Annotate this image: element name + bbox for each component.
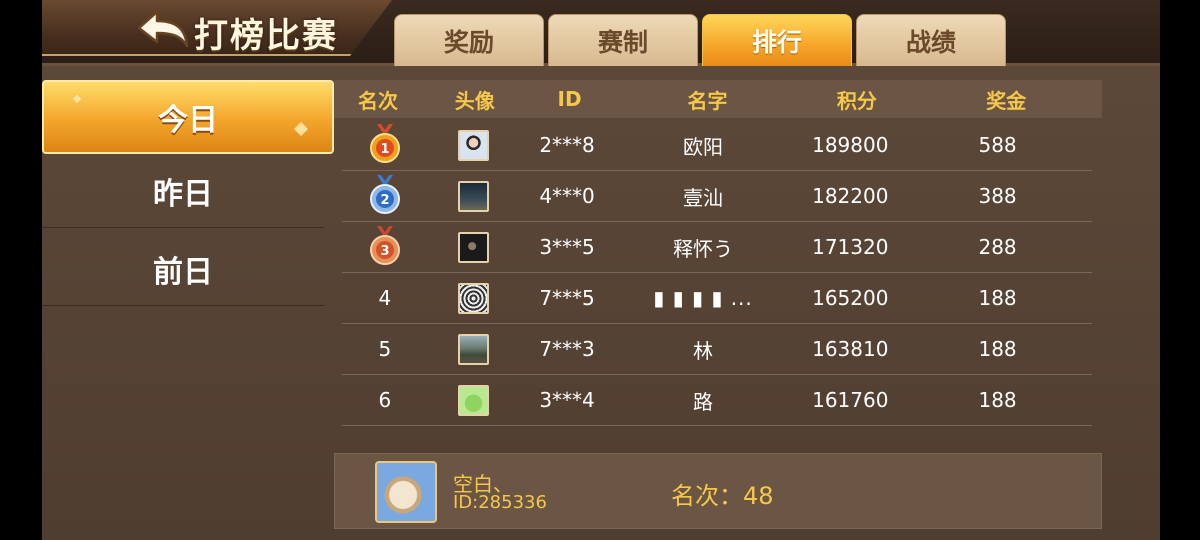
table-header: 名次 头像 ID 名字 积分 奖金 <box>334 80 1102 118</box>
rank-cell: 1 <box>348 122 422 169</box>
avatar-cell <box>422 231 526 263</box>
page-title: 打榜比赛 <box>194 16 338 56</box>
header-avatar: 头像 <box>454 88 495 113</box>
tab-ranking[interactable]: 排行 <box>702 14 852 66</box>
name-cell: 壹汕 <box>683 185 723 210</box>
rank-cell: 2 <box>348 173 422 220</box>
table-row[interactable]: 1 2***8 欧阳 189800 588 <box>342 120 1092 171</box>
prize-cell: 388 <box>978 184 1017 208</box>
my-rank-bar: 空白、 ID:285336 名次：48 <box>334 453 1102 529</box>
sidebar-item-day-before[interactable]: 前日 <box>42 232 324 306</box>
rank-cell: 3 <box>348 224 422 271</box>
screen-right-edge <box>1160 0 1200 540</box>
back-arrow-icon <box>137 10 189 48</box>
prize-cell: 588 <box>978 133 1017 157</box>
tab-records[interactable]: 战绩 <box>856 14 1006 66</box>
score-cell: 171320 <box>812 235 889 259</box>
screen-left-edge <box>0 0 42 540</box>
gold-medal-icon: 1 <box>369 123 400 163</box>
score-cell: 163810 <box>812 337 889 361</box>
avatar-cell <box>422 129 526 161</box>
prize-cell: 188 <box>978 337 1017 361</box>
id-cell: 3***4 <box>539 388 595 412</box>
id-cell: 2***8 <box>539 133 595 157</box>
avatar-cell <box>422 384 526 416</box>
avatar-night-icon[interactable] <box>458 180 490 212</box>
sidebar-item-label: 前日 <box>153 254 213 290</box>
tab-bar: 奖励 赛制 排行 战绩 <box>394 14 1006 66</box>
sidebar-item-yesterday[interactable]: 昨日 <box>42 154 324 228</box>
name-cell: 路 <box>693 389 713 414</box>
score-cell: 189800 <box>812 133 889 157</box>
avatar-person-icon[interactable] <box>458 129 490 161</box>
back-button[interactable] <box>134 6 192 52</box>
sidebar-item-label: 昨日 <box>153 176 213 212</box>
table-row[interactable]: 2 4***0 壹汕 182200 388 <box>342 171 1092 222</box>
header-id: ID <box>557 87 582 111</box>
header-name: 名字 <box>687 88 728 113</box>
my-id: ID:285336 <box>453 492 547 513</box>
ranking-table: 名次 头像 ID 名字 积分 奖金 1 2***8 欧阳 189800 588 … <box>334 80 1102 440</box>
id-cell: 3***5 <box>539 235 595 259</box>
sidebar-item-label: 今日 <box>158 103 218 138</box>
name-cell: 林 <box>693 338 713 363</box>
avatar-cell <box>422 282 526 314</box>
rank-cell: 6 <box>378 388 392 412</box>
score-cell: 182200 <box>812 184 889 208</box>
avatar-cell <box>422 180 526 212</box>
name-cell: 释怀う <box>673 236 733 261</box>
header-score: 积分 <box>836 88 877 113</box>
sparkle-icon <box>72 94 82 104</box>
table-row[interactable]: 3 3***5 释怀う 171320 288 <box>342 222 1092 273</box>
day-sidebar: 今日 昨日 前日 <box>42 76 334 540</box>
my-rank: 名次：48 <box>671 482 774 510</box>
score-cell: 161760 <box>812 388 889 412</box>
avatar-dark-icon[interactable] <box>458 231 490 263</box>
table-row[interactable]: 6 3***4 路 161760 188 <box>342 375 1092 426</box>
header-bar: 打榜比赛 奖励 赛制 排行 战绩 <box>42 0 1160 66</box>
header-rank: 名次 <box>358 88 399 113</box>
table-row[interactable]: 4 7***5 ▮ ▮ ▮ ▮ ... 165200 188 <box>342 273 1092 324</box>
svg-text:2: 2 <box>380 193 389 208</box>
avatar-landscape-icon[interactable] <box>458 333 490 365</box>
prize-cell: 188 <box>978 388 1017 412</box>
table-row[interactable]: 5 7***3 林 163810 188 <box>342 324 1092 375</box>
sidebar-item-today[interactable]: 今日 <box>42 80 334 154</box>
rank-cell: 4 <box>378 286 392 310</box>
header-prize: 奖金 <box>986 88 1027 113</box>
name-cell: 欧阳 <box>683 134 723 159</box>
svg-text:1: 1 <box>380 142 389 157</box>
id-cell: 7***5 <box>539 286 595 310</box>
silver-medal-icon: 2 <box>369 174 400 214</box>
svg-text:3: 3 <box>380 244 389 259</box>
rank-cell: 5 <box>378 337 392 361</box>
avatar-pattern-icon[interactable] <box>458 282 490 314</box>
name-cell: ▮ ▮ ▮ ▮ ... <box>653 286 753 310</box>
avatar-frog-icon[interactable] <box>458 384 490 416</box>
leaderboard-screen: 打榜比赛 奖励 赛制 排行 战绩 今日 昨日 前日 名次 头像 ID 名字 积分… <box>42 0 1160 540</box>
tab-rules[interactable]: 赛制 <box>548 14 698 66</box>
id-cell: 4***0 <box>539 184 595 208</box>
tab-rewards[interactable]: 奖励 <box>394 14 544 66</box>
prize-cell: 288 <box>978 235 1017 259</box>
sparkle-icon <box>293 121 309 137</box>
id-cell: 7***3 <box>539 337 595 361</box>
bronze-medal-icon: 3 <box>369 225 400 265</box>
my-avatar[interactable] <box>375 461 437 523</box>
avatar-cell <box>422 333 526 365</box>
score-cell: 165200 <box>812 286 889 310</box>
prize-cell: 188 <box>978 286 1017 310</box>
